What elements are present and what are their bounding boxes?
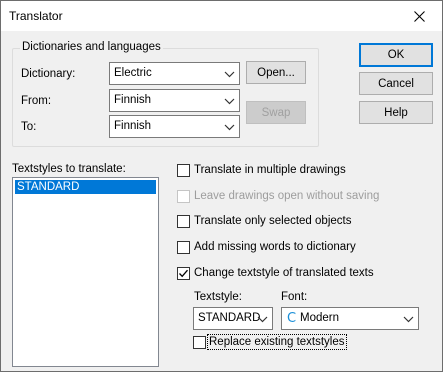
selected-only-label: Translate only selected objects <box>194 215 352 227</box>
font-select[interactable]: C Modern <box>281 307 419 330</box>
swap-button[interactable]: Swap <box>246 101 306 124</box>
to-language-value: Finnish <box>114 120 152 132</box>
replace-existing-checkbox[interactable] <box>193 336 206 349</box>
chevron-down-icon <box>224 124 235 131</box>
translate-multiple-label: Translate in multiple drawings <box>194 164 346 176</box>
replace-existing-label: Replace existing textstyles <box>207 334 347 350</box>
to-label: To: <box>21 121 37 133</box>
to-language-select[interactable]: Finnish <box>109 115 240 138</box>
open-button-label: Open... <box>257 66 295 79</box>
add-missing-checkbox[interactable] <box>177 241 190 254</box>
chevron-down-icon <box>257 316 268 323</box>
list-item[interactable]: STANDARD <box>15 180 156 194</box>
help-button-label: Help <box>384 106 408 119</box>
selected-only-checkbox[interactable] <box>177 215 190 228</box>
textstyle-select[interactable]: STANDARD <box>193 307 273 330</box>
textstyles-label: Textstyles to translate: <box>12 163 126 175</box>
font-select-value: Modern <box>300 312 339 324</box>
change-style-label: Change textstyle of translated texts <box>194 267 374 279</box>
textstyle-select-value: STANDARD <box>198 312 261 324</box>
textstyle-label: Textstyle: <box>194 291 242 303</box>
title-bar: Translator <box>1 1 442 31</box>
ok-button-label: OK <box>387 49 405 61</box>
textstyles-list[interactable]: STANDARD <box>12 177 159 367</box>
dictionaries-group-legend: Dictionaries and languages <box>20 41 163 53</box>
ok-button[interactable]: OK <box>359 43 433 67</box>
chevron-down-icon <box>224 71 235 78</box>
chevron-down-icon <box>224 98 235 105</box>
cancel-button[interactable]: Cancel <box>359 72 433 95</box>
from-language-value: Finnish <box>114 94 152 106</box>
close-icon <box>413 10 425 22</box>
open-button[interactable]: Open... <box>246 61 306 84</box>
dictionary-select-value: Electric <box>114 67 152 79</box>
from-label: From: <box>21 95 52 107</box>
dictionary-label: Dictionary: <box>21 68 76 80</box>
translate-multiple-checkbox[interactable] <box>177 164 190 177</box>
translator-dialog: Translator Dictionaries and languages Di… <box>0 0 443 372</box>
change-style-checkbox[interactable] <box>177 267 190 280</box>
font-label: Font: <box>281 291 308 303</box>
leave-open-label: Leave drawings open without saving <box>194 190 380 202</box>
swap-button-label: Swap <box>261 106 291 119</box>
dictionary-select[interactable]: Electric <box>109 62 240 85</box>
window-title: Translator <box>9 9 63 23</box>
font-type-icon: C <box>287 311 297 326</box>
close-button[interactable] <box>396 1 442 31</box>
cancel-button-label: Cancel <box>378 77 414 90</box>
chevron-down-icon <box>403 316 414 323</box>
checkmark-icon <box>179 269 188 278</box>
help-button[interactable]: Help <box>359 101 433 124</box>
add-missing-label: Add missing words to dictionary <box>194 241 356 253</box>
leave-open-checkbox[interactable] <box>177 190 190 203</box>
from-language-select[interactable]: Finnish <box>109 89 240 112</box>
